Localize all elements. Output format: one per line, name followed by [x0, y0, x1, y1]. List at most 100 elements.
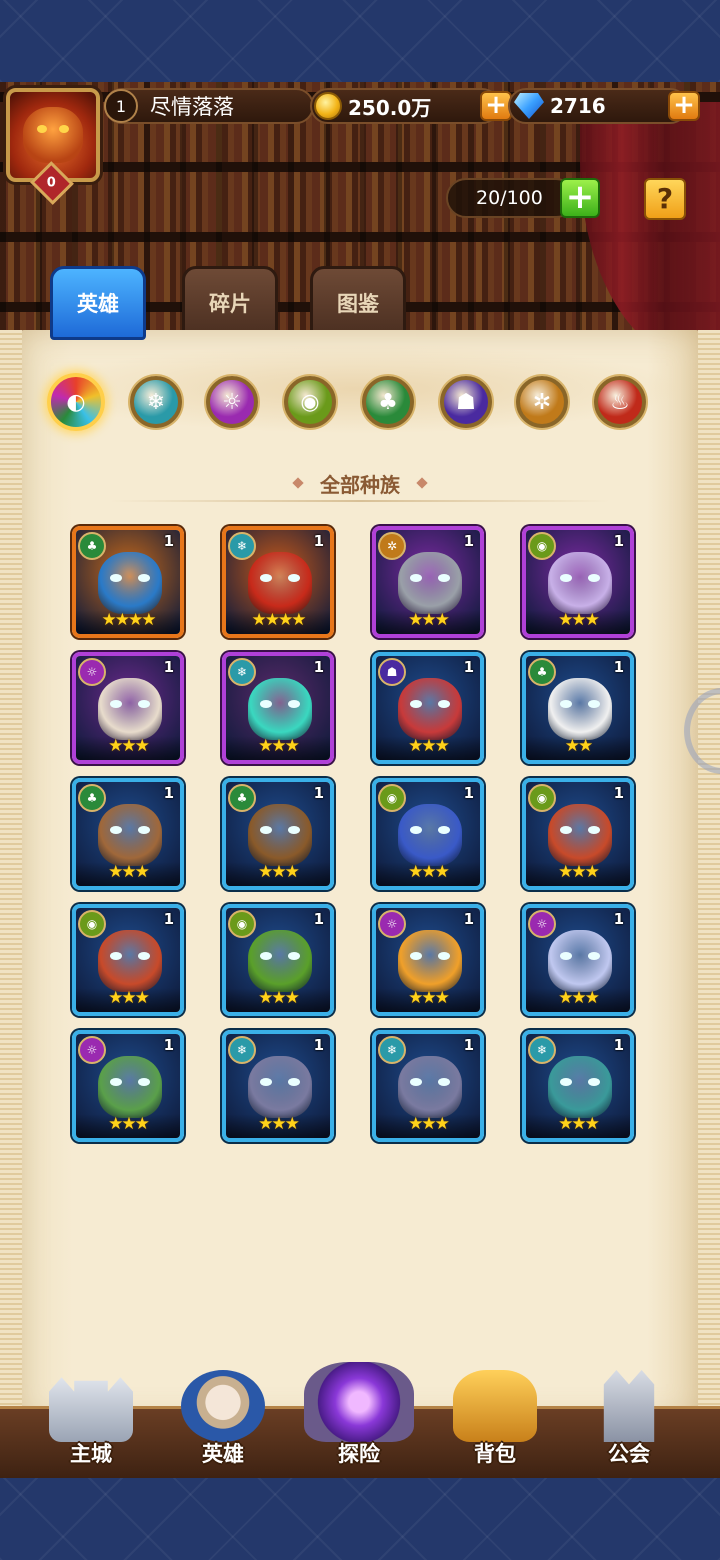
hero-level: 1 [313, 1036, 324, 1054]
hero-portrait [248, 678, 312, 740]
hero-card[interactable]: ◉ 1 ★★★ [372, 778, 484, 890]
hero-level: 1 [613, 532, 624, 550]
hero-card[interactable]: ❄ 1 ★★★ [222, 1030, 334, 1142]
gold-bar: 250.0万 + [310, 88, 512, 124]
hero-level: 1 [463, 910, 474, 928]
tab-codex[interactable]: 图鉴 [310, 266, 406, 340]
bag-icon [453, 1370, 537, 1442]
faction-filter-arcane[interactable]: ☼ [206, 376, 258, 428]
faction-glyph: ☼ [86, 665, 98, 679]
gem-value: 2716 [550, 94, 606, 118]
hero-card[interactable]: ❄ 1 ★★★ [372, 1030, 484, 1142]
faction-glyph: ❄ [236, 539, 248, 553]
hero-portrait [398, 678, 462, 740]
expand-capacity-button[interactable]: + [560, 178, 600, 218]
avatar-badge-value: 0 [47, 175, 57, 191]
hero-card[interactable]: ◉ 1 ★★★ [72, 904, 184, 1016]
hero-portrait [248, 552, 312, 614]
faction-filter-shadow[interactable]: ☗ [440, 376, 492, 428]
hero-card[interactable]: ♣ 1 ★★★ [72, 778, 184, 890]
hero-card[interactable]: ◉ 1 ★★★ [522, 778, 634, 890]
hero-card[interactable]: ☼ 1 ★★★ [72, 652, 184, 764]
nav-main-city[interactable]: 主城 [36, 1362, 146, 1478]
diamond-ornament-icon [416, 477, 428, 489]
light-faction-icon: ✲ [378, 532, 406, 560]
nature-faction-icon: ♣ [528, 658, 556, 686]
hero-level: 1 [163, 910, 174, 928]
faction-glyph: ☼ [536, 917, 548, 931]
hero-portrait [548, 1056, 612, 1118]
hero-card[interactable]: ✲ 1 ★★★ [372, 526, 484, 638]
gem-bar: 2716 + [508, 88, 700, 124]
faction-glyph: ❄ [236, 1043, 248, 1057]
hero-card[interactable]: ❄ 1 ★★★★ [222, 526, 334, 638]
hero-level: 1 [613, 658, 624, 676]
hero-portrait [248, 1056, 312, 1118]
arcane-faction-icon: ☼ [528, 910, 556, 938]
tab-fragments[interactable]: 碎片 [182, 266, 278, 340]
hero-portrait [398, 1056, 462, 1118]
hero-stars: ★★★ [526, 862, 630, 886]
nature-faction-icon: ♣ [78, 784, 106, 812]
help-button[interactable]: ? [644, 178, 686, 220]
faction-filter-nature[interactable]: ♣ [362, 376, 414, 428]
hero-card[interactable]: ☼ 1 ★★★ [522, 904, 634, 1016]
faction-filter-fire[interactable]: ♨ [594, 376, 646, 428]
hero-capacity: 20/100 [446, 178, 576, 218]
faction-filter-eye[interactable]: ◉ [284, 376, 336, 428]
hero-card[interactable]: ☗ 1 ★★★ [372, 652, 484, 764]
hero-card[interactable]: ♣ 1 ★★ [522, 652, 634, 764]
hero-card[interactable]: ❄ 1 ★★★ [222, 652, 334, 764]
faction-filter-all-factions[interactable]: ◐ [47, 373, 105, 431]
faction-glyph: ❄ [386, 1043, 398, 1057]
hero-stars: ★★★ [376, 610, 480, 634]
nav-heroes[interactable]: 英雄 [168, 1362, 278, 1478]
page-edge-left [0, 330, 22, 1420]
nav-label: 公会 [608, 1442, 650, 1466]
player-name-bar: 1 尽情落落 [104, 88, 314, 124]
nav-adventure[interactable]: 探险 [304, 1362, 414, 1478]
faction-glyph: ❄ [236, 665, 248, 679]
hero-card[interactable]: ♣ 1 ★★★★ [72, 526, 184, 638]
hero-card[interactable]: ❄ 1 ★★★ [522, 1030, 634, 1142]
eye-faction-icon: ◉ [78, 910, 106, 938]
ice-faction-icon: ❄ [228, 532, 256, 560]
hero-stars: ★★★ [376, 1114, 480, 1138]
faction-glyph: ◉ [386, 791, 398, 805]
faction-filter-ice[interactable]: ❄ [130, 376, 182, 428]
hero-card[interactable]: ☼ 1 ★★★ [72, 1030, 184, 1142]
hero-stars: ★★★ [226, 1114, 330, 1138]
fire-faction-icon: ♨ [610, 389, 630, 415]
hero-card[interactable]: ☼ 1 ★★★ [372, 904, 484, 1016]
diamond-icon [514, 93, 544, 119]
hero-stars: ★★★ [76, 988, 180, 1012]
bottom-pattern-band [0, 1478, 720, 1560]
hero-portrait [548, 804, 612, 866]
hero-portrait [398, 930, 462, 992]
nav-label: 英雄 [202, 1442, 244, 1466]
nav-guild[interactable]: 公会 [574, 1362, 684, 1478]
arcane-faction-icon: ☼ [378, 910, 406, 938]
hero-level: 1 [313, 910, 324, 928]
hero-portrait [398, 552, 462, 614]
section-heading: 全部种族 [120, 466, 600, 500]
player-level: 1 [104, 89, 138, 123]
tab-heroes[interactable]: 英雄 [50, 266, 146, 340]
hero-card[interactable]: ◉ 1 ★★★ [522, 526, 634, 638]
hero-stars: ★★★ [76, 862, 180, 886]
hero-card[interactable]: ♣ 1 ★★★ [222, 778, 334, 890]
hero-level: 1 [463, 1036, 474, 1054]
add-gem-button[interactable]: + [668, 91, 700, 121]
explore-icon [304, 1362, 414, 1442]
page-edge-right [698, 330, 720, 1420]
faction-glyph: ♣ [86, 791, 98, 805]
hero-portrait [548, 552, 612, 614]
eye-faction-icon: ◉ [300, 389, 320, 415]
faction-filter-light[interactable]: ✲ [516, 376, 568, 428]
nav-backpack[interactable]: 背包 [440, 1362, 550, 1478]
hero-portrait [98, 1056, 162, 1118]
hero-stars: ★★★★ [226, 610, 330, 634]
hero-level: 1 [313, 658, 324, 676]
arcane-faction-icon: ☼ [222, 389, 242, 415]
hero-card[interactable]: ◉ 1 ★★★ [222, 904, 334, 1016]
